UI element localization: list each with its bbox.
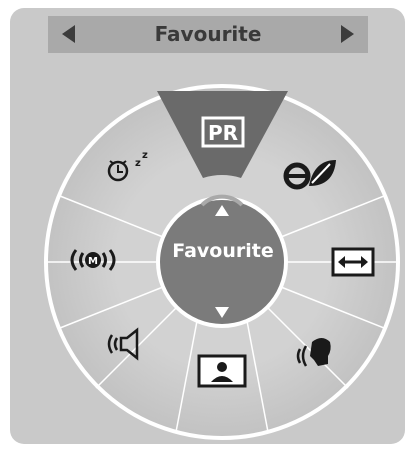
center-label: Favourite bbox=[172, 240, 274, 262]
quick-menu-wheel: PR M z z bbox=[44, 84, 400, 440]
svg-text:PR: PR bbox=[208, 121, 238, 145]
picture-mode-icon bbox=[197, 354, 247, 388]
aspect-ratio-icon bbox=[331, 247, 375, 277]
svg-text:z: z bbox=[135, 158, 141, 169]
center-disc[interactable] bbox=[160, 200, 284, 324]
program-list-icon: PR bbox=[201, 116, 245, 148]
svg-text:z: z bbox=[142, 150, 148, 161]
svg-text:M: M bbox=[88, 256, 98, 267]
